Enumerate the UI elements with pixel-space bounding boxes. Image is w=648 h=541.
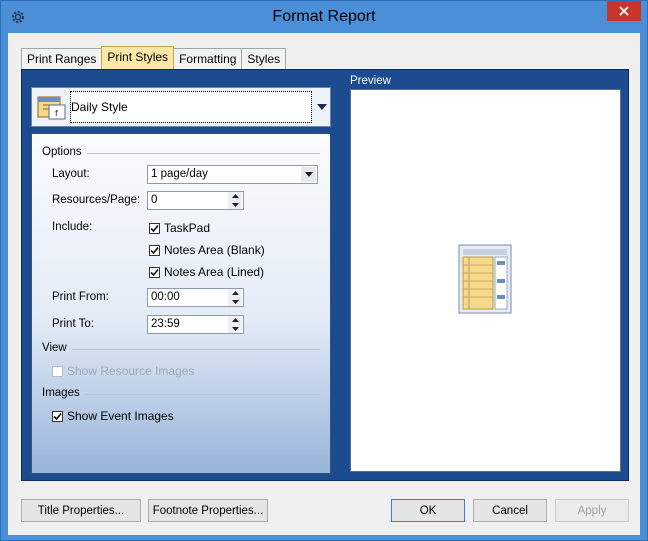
images-group-label: Images — [42, 387, 80, 399]
notes-area-lined-label: Notes Area (Lined) — [164, 265, 265, 279]
print-from-stepper[interactable]: 00:00 — [147, 288, 244, 307]
options-group-label: Options — [42, 146, 82, 158]
print-from-label: Print From: — [52, 291, 109, 303]
checkmark-icon — [149, 222, 160, 234]
footnote-properties-button[interactable]: Footnote Properties... — [148, 499, 268, 522]
style-settings-pane: f Daily Style Options Layout: 1 page/day — [31, 87, 331, 474]
chevron-down-icon[interactable] — [313, 88, 330, 126]
cancel-button[interactable]: Cancel — [473, 499, 547, 522]
notes-area-blank-label: Notes Area (Blank) — [164, 243, 265, 257]
dialog-window: Format Report Print Ranges Print Styles … — [0, 0, 648, 541]
print-to-label: Print To: — [52, 318, 94, 330]
tab-formatting[interactable]: Formatting — [173, 48, 243, 69]
tab-strip: Print Ranges Print Styles Formatting Sty… — [21, 46, 287, 69]
layout-label: Layout: — [52, 168, 90, 180]
resources-per-page-label: Resources/Page: — [52, 194, 141, 206]
svg-text:f: f — [55, 109, 58, 118]
preview-pane — [350, 89, 621, 472]
notes-area-blank-checkbox[interactable]: Notes Area (Blank) — [149, 243, 265, 257]
spin-down-icon[interactable] — [228, 297, 242, 306]
resources-per-page-stepper[interactable]: 0 — [147, 191, 244, 210]
taskpad-label: TaskPad — [164, 221, 211, 235]
print-styles-page: f Daily Style Options Layout: 1 page/day — [21, 69, 629, 481]
checkmark-icon — [149, 244, 160, 256]
layout-select[interactable]: 1 page/day — [147, 165, 318, 184]
title-bar[interactable]: Format Report — [1, 1, 647, 33]
spin-up-icon[interactable] — [228, 192, 242, 201]
dialog-client-area: Print Ranges Print Styles Formatting Sty… — [8, 33, 640, 535]
tab-print-styles[interactable]: Print Styles — [101, 46, 175, 69]
print-to-stepper[interactable]: 23:59 — [147, 315, 244, 334]
checkmark-icon — [52, 410, 63, 422]
close-icon — [619, 6, 629, 16]
apply-button[interactable]: Apply — [555, 499, 629, 522]
taskpad-checkbox[interactable]: TaskPad — [149, 221, 210, 235]
spin-down-icon[interactable] — [228, 200, 242, 209]
tab-styles[interactable]: Styles — [241, 48, 287, 69]
resources-per-page-value: 0 — [151, 194, 158, 206]
ok-button[interactable]: OK — [391, 499, 465, 522]
print-style-value: Daily Style — [70, 91, 312, 123]
show-resource-images-label: Show Resource Images — [67, 364, 195, 378]
show-event-images-label: Show Event Images — [67, 409, 174, 423]
layout-value: 1 page/day — [151, 168, 208, 180]
preview-label: Preview — [350, 75, 391, 87]
images-divider — [84, 394, 320, 395]
report-preview-icon — [457, 243, 513, 315]
show-event-images-checkbox[interactable]: Show Event Images — [52, 409, 174, 423]
checkmark-icon — [149, 266, 160, 278]
tab-print-ranges[interactable]: Print Ranges — [21, 48, 103, 69]
spin-up-icon[interactable] — [228, 289, 242, 298]
view-group-label: View — [42, 342, 67, 354]
view-divider — [72, 349, 320, 350]
include-label: Include: — [52, 221, 93, 233]
window-title: Format Report — [272, 8, 376, 25]
close-button[interactable] — [607, 1, 641, 21]
spin-up-icon[interactable] — [228, 316, 242, 325]
options-panel: Options Layout: 1 page/day Resources/Pag… — [31, 133, 331, 474]
print-to-value: 23:59 — [151, 318, 180, 330]
print-style-selector[interactable]: f Daily Style — [31, 87, 331, 127]
spin-down-icon[interactable] — [228, 324, 242, 333]
notes-area-lined-checkbox[interactable]: Notes Area (Lined) — [149, 265, 264, 279]
chevron-down-icon[interactable] — [301, 167, 316, 182]
options-divider — [87, 153, 320, 154]
title-properties-button[interactable]: Title Properties... — [21, 499, 141, 522]
calendar-icon: f — [37, 93, 67, 121]
print-from-value: 00:00 — [151, 291, 180, 303]
show-resource-images-checkbox[interactable]: Show Resource Images — [52, 364, 194, 378]
